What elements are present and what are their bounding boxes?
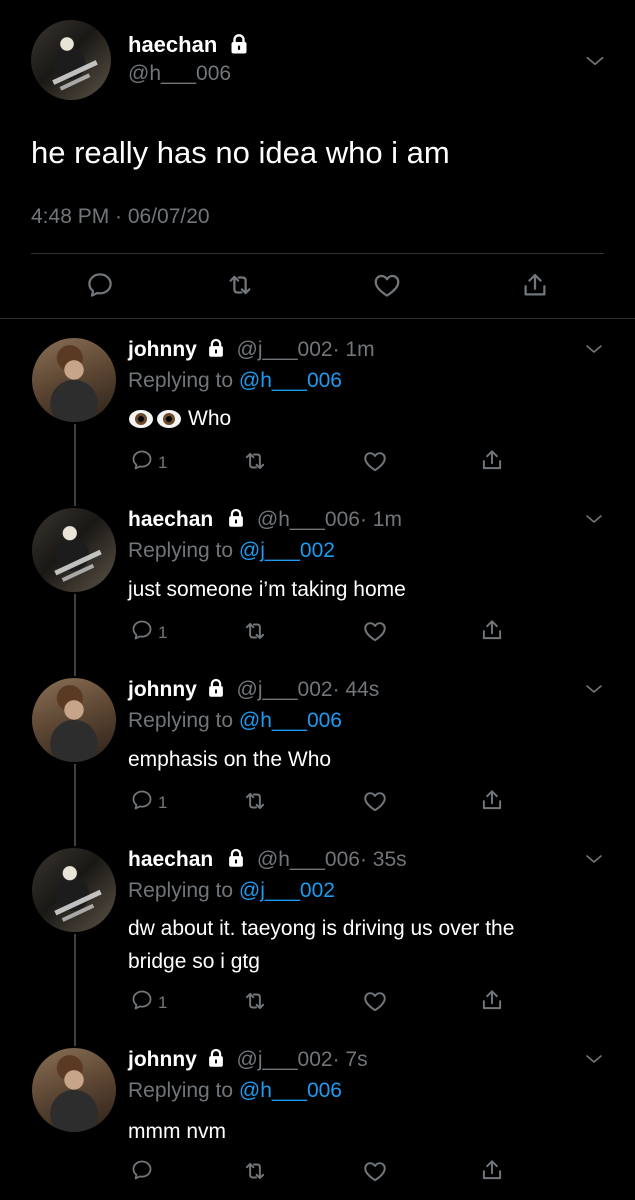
- chevron-down-icon[interactable]: [582, 847, 606, 871]
- eyes-emoji: [129, 410, 181, 428]
- reply-icon[interactable]: [130, 988, 154, 1012]
- thread-line: [74, 934, 76, 1046]
- chevron-down-icon[interactable]: [582, 677, 606, 701]
- author-handle[interactable]: @h___006: [257, 848, 360, 871]
- author-handle[interactable]: @h___006: [128, 62, 231, 86]
- avatar[interactable]: [32, 1048, 116, 1132]
- tweet-time: · 35s: [359, 848, 407, 871]
- share-icon[interactable]: [479, 987, 505, 1013]
- lock-icon: [205, 337, 227, 359]
- lock-icon: [225, 507, 247, 529]
- heart-icon[interactable]: [362, 1158, 388, 1184]
- avatar[interactable]: [32, 678, 116, 762]
- reply-icon[interactable]: [130, 448, 154, 472]
- replying-label: Replying to: [128, 1079, 234, 1102]
- author-handle[interactable]: @j___002: [237, 1048, 333, 1071]
- lock-icon: [205, 1047, 227, 1069]
- avatar[interactable]: [31, 20, 111, 100]
- avatar[interactable]: [32, 338, 116, 422]
- tweet-text: he really has no idea who i am: [31, 135, 450, 170]
- reply-icon[interactable]: [130, 1158, 154, 1182]
- chevron-down-icon[interactable]: [582, 507, 606, 531]
- avatar[interactable]: [32, 848, 116, 932]
- author-name[interactable]: haechan: [128, 508, 213, 531]
- share-icon[interactable]: [479, 447, 505, 473]
- tweet-time: · 1m: [359, 508, 402, 531]
- heart-icon[interactable]: [372, 270, 402, 300]
- retweet-icon[interactable]: [242, 788, 268, 814]
- reply-count: 1: [158, 623, 168, 642]
- lock-icon: [205, 677, 227, 699]
- heart-icon[interactable]: [362, 788, 388, 814]
- replying-to-link[interactable]: @h___006: [239, 369, 342, 392]
- replying-to-link[interactable]: @h___006: [239, 1079, 342, 1102]
- chevron-down-icon[interactable]: [582, 1047, 606, 1071]
- reply-icon[interactable]: [130, 618, 154, 642]
- reply-count: 1: [158, 793, 168, 812]
- share-icon[interactable]: [520, 270, 550, 300]
- tweet-text-line: bridge so i gtg: [128, 950, 260, 973]
- tweet-text: Who: [188, 407, 232, 430]
- divider: [0, 318, 635, 319]
- lock-icon: [225, 847, 247, 869]
- replying-label: Replying to: [128, 709, 234, 732]
- tweet-text: just someone i’m taking home: [128, 578, 406, 601]
- replying-to-link[interactable]: @j___002: [239, 539, 335, 562]
- reply-icon[interactable]: [130, 788, 154, 812]
- heart-icon[interactable]: [362, 988, 388, 1014]
- reply-icon[interactable]: [85, 270, 115, 300]
- author-name[interactable]: johnny: [128, 1048, 197, 1071]
- author-name[interactable]: haechan: [128, 848, 213, 871]
- replying-label: Replying to: [128, 879, 234, 902]
- author-name[interactable]: johnny: [128, 338, 197, 361]
- author-name[interactable]: haechan: [128, 32, 217, 57]
- share-icon[interactable]: [479, 1157, 505, 1183]
- thread-line: [74, 764, 76, 846]
- chevron-down-icon[interactable]: [582, 337, 606, 361]
- thread-line: [74, 594, 76, 676]
- replying-to-link[interactable]: @j___002: [239, 879, 335, 902]
- chevron-down-icon[interactable]: [582, 48, 608, 74]
- author-handle[interactable]: @j___002: [237, 338, 333, 361]
- retweet-icon[interactable]: [242, 1158, 268, 1184]
- replying-label: Replying to: [128, 369, 234, 392]
- tweet-text: mmm nvm: [128, 1120, 226, 1143]
- tweet-timestamp: 4:48 PM · 06/07/20: [31, 205, 210, 228]
- retweet-icon[interactable]: [242, 448, 268, 474]
- tweet-text: emphasis on the Who: [128, 748, 332, 771]
- replying-label: Replying to: [128, 539, 234, 562]
- reply-count: 1: [158, 453, 168, 472]
- tweet-time: · 7s: [332, 1048, 368, 1071]
- tweet-time: · 44s: [332, 678, 380, 701]
- heart-icon[interactable]: [362, 618, 388, 644]
- avatar[interactable]: [32, 508, 116, 592]
- tweet-time: · 1m: [332, 338, 375, 361]
- author-handle[interactable]: @j___002: [237, 678, 333, 701]
- replying-to-link[interactable]: @h___006: [239, 709, 342, 732]
- retweet-icon[interactable]: [242, 618, 268, 644]
- share-icon[interactable]: [479, 787, 505, 813]
- retweet-icon[interactable]: [242, 988, 268, 1014]
- share-icon[interactable]: [479, 617, 505, 643]
- author-handle[interactable]: @h___006: [257, 508, 360, 531]
- tweet-text-line: dw about it. taeyong is driving us over …: [128, 917, 515, 940]
- retweet-icon[interactable]: [225, 270, 255, 300]
- heart-icon[interactable]: [362, 448, 388, 474]
- lock-icon: [227, 32, 251, 56]
- thread-line: [74, 424, 76, 506]
- reply-count: 1: [158, 993, 168, 1012]
- author-name[interactable]: johnny: [128, 678, 197, 701]
- divider: [31, 253, 604, 254]
